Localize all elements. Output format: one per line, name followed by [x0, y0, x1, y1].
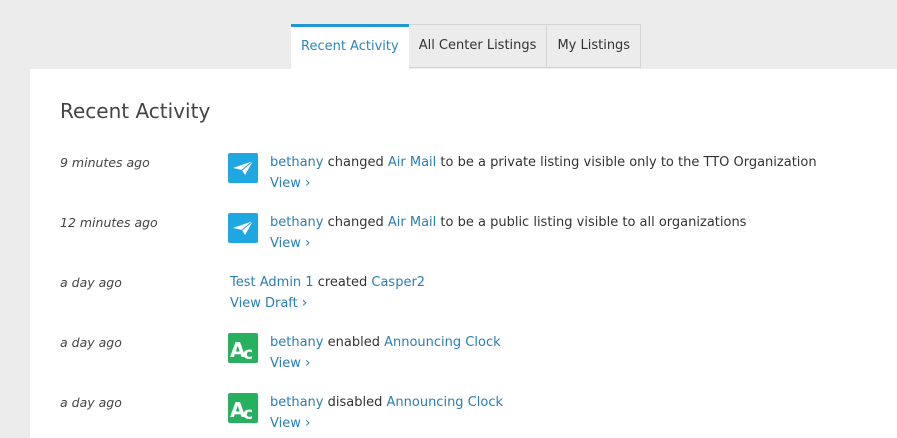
activity-verb: enabled [327, 335, 380, 350]
view-draft-link[interactable]: View Draft › [230, 295, 307, 311]
user-link[interactable]: bethany [270, 395, 324, 410]
chevron-right-icon: › [301, 295, 308, 311]
paper-plane-icon [228, 213, 258, 243]
view-link[interactable]: View › [270, 235, 310, 251]
view-link-label: View [270, 356, 301, 371]
user-link[interactable]: bethany [270, 155, 324, 170]
activity-time: 12 minutes ago [60, 215, 158, 230]
activity-content: bethany enabled Announcing Clock View › [270, 335, 501, 371]
tab-my-listings[interactable]: My Listings [547, 24, 642, 68]
activity-detail: to be a private listing visible only to … [440, 155, 817, 170]
activity-content: bethany changed Air Mail to be a public … [270, 215, 746, 251]
svg-text:c: c [243, 344, 253, 361]
view-link[interactable]: View › [270, 355, 310, 371]
chevron-right-icon: › [304, 415, 311, 431]
listing-link[interactable]: Announcing Clock [387, 395, 504, 410]
user-link[interactable]: Test Admin 1 [230, 275, 314, 290]
view-link-label: View [270, 176, 301, 191]
svg-text:c: c [243, 404, 253, 421]
activity-content: bethany disabled Announcing Clock View › [270, 395, 503, 431]
page-title: Recent Activity [60, 99, 211, 123]
view-link-label: View [270, 236, 301, 251]
listing-link[interactable]: Announcing Clock [384, 335, 501, 350]
activity-time: a day ago [60, 335, 122, 350]
activity-detail: to be a public listing visible to all or… [440, 215, 747, 230]
view-link-label: View Draft [230, 296, 298, 311]
activity-verb: disabled [327, 395, 383, 410]
activity-time: 9 minutes ago [60, 155, 150, 170]
view-link-label: View [270, 416, 301, 431]
listing-link[interactable]: Air Mail [388, 215, 436, 230]
tab-bar: Recent Activity All Center Listings My L… [291, 24, 642, 69]
activity-verb: created [317, 275, 368, 290]
chevron-right-icon: › [304, 235, 311, 251]
view-link[interactable]: View › [270, 415, 310, 431]
listing-link[interactable]: Air Mail [388, 155, 436, 170]
activity-panel: Recent Activity 9 minutes ago bethany ch… [30, 69, 897, 438]
paper-plane-icon [228, 153, 258, 183]
activity-time: a day ago [60, 395, 122, 410]
ac-logo-icon: Ac [228, 333, 258, 363]
activity-verb: changed [327, 215, 384, 230]
activity-time: a day ago [60, 275, 122, 290]
activity-content: bethany changed Air Mail to be a private… [270, 155, 817, 191]
ac-logo-icon: Ac [228, 393, 258, 423]
user-link[interactable]: bethany [270, 215, 324, 230]
chevron-right-icon: › [304, 175, 311, 191]
tab-recent-activity[interactable]: Recent Activity [291, 24, 409, 69]
activity-content: Test Admin 1 created Casper2 View Draft › [230, 275, 425, 311]
tab-all-center-listings[interactable]: All Center Listings [408, 24, 548, 68]
view-link[interactable]: View › [270, 175, 310, 191]
chevron-right-icon: › [304, 355, 311, 371]
activity-verb: changed [327, 155, 384, 170]
listing-link[interactable]: Casper2 [371, 275, 425, 290]
user-link[interactable]: bethany [270, 335, 324, 350]
